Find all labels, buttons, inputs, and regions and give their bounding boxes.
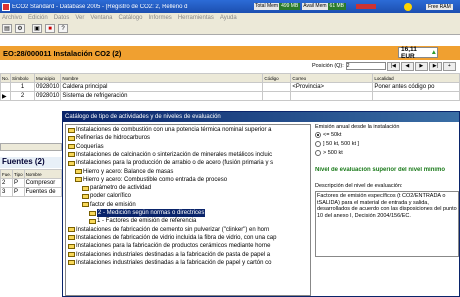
menu-ventana[interactable]: Ventana: [90, 15, 112, 21]
folder-icon: [68, 227, 75, 233]
radio-le-50kt[interactable]: <= 50kt: [315, 130, 459, 139]
folder-icon: [82, 185, 89, 191]
tree-node[interactable]: parámetro de actividad: [82, 184, 151, 192]
prev-record-button[interactable]: ◀: [400, 61, 414, 71]
position-label: Posición (Q):: [312, 63, 344, 69]
folder-icon: [68, 152, 75, 158]
tree-node[interactable]: 2 - Medición según normas o directrices: [89, 209, 206, 217]
title-bar: ECO2 Standard - Database 2005 - [Registr…: [0, 0, 460, 13]
folder-icon: [82, 202, 89, 208]
fuentes-section-title: Fuentes (2): [0, 157, 62, 168]
table-row[interactable]: 3 P Fuentes de: [0, 187, 63, 197]
tree-node[interactable]: Instalaciones para la producción de arra…: [68, 159, 273, 167]
tree-node[interactable]: Instalaciones de calcinación o sinteriza…: [68, 151, 272, 159]
tree-node[interactable]: Instalaciones para la fabricación de pro…: [68, 242, 270, 250]
tree-node[interactable]: factor de emisión: [82, 201, 136, 209]
menu-bar: Archivo Edición Datos Ver Ventana Catálo…: [0, 13, 460, 23]
menu-catalogo[interactable]: Catálogo: [118, 15, 142, 21]
free-ram-label: Free RAM: [426, 3, 453, 10]
activity-tree[interactable]: Instalaciones de combustión con una pote…: [65, 124, 311, 296]
tree-node[interactable]: Coquerías: [68, 143, 104, 151]
tree-node[interactable]: 1 - Factores de emisión de referencia: [89, 217, 196, 225]
amount-display: 16,11 EUR ▲: [398, 46, 438, 60]
tree-node[interactable]: Instalaciones de fabricación de vidrio i…: [68, 234, 276, 242]
up-arrow-icon: ▲: [430, 49, 437, 56]
folder-icon: [75, 169, 82, 174]
position-input[interactable]: [345, 62, 386, 70]
radio-dot[interactable]: [315, 149, 321, 156]
table-row[interactable]: 2 P Compresor: [0, 178, 63, 188]
table-row[interactable]: ▶ 2 0928010 Sistema de refrigeración: [0, 91, 460, 101]
object-header: EO:28/000011 Instalación CO2 (2): [0, 46, 460, 60]
avail-mem-meter: Avail Mem 61 MB: [302, 3, 346, 10]
help-icon[interactable]: ?: [58, 24, 68, 33]
status-circle-icon: [404, 2, 412, 11]
catalog-dialog: Catálogo de tipo de actividades y de niv…: [62, 111, 460, 297]
tree-node[interactable]: Instalaciones industriales destinadas a …: [68, 251, 270, 259]
dialog-title: Catálogo de tipo de actividades y de niv…: [63, 112, 459, 122]
activity-bar: [356, 4, 376, 9]
toolbar: ▤ ⚙ ▣ ■ ?: [0, 23, 460, 35]
table-row[interactable]: 1 0928010 Caldera principal <Provincia> …: [0, 82, 460, 92]
radio-dot[interactable]: [315, 131, 321, 138]
menu-herramientas[interactable]: Herramientas: [178, 15, 214, 21]
tree-node[interactable]: Hierro y acero: Combustible como entrada…: [75, 176, 227, 184]
tree-node[interactable]: Instalaciones de combustión con una pote…: [68, 126, 271, 134]
total-mem-meter: Total Mem 499 MB: [254, 3, 301, 10]
open-icon[interactable]: ▤: [2, 24, 12, 33]
fuentes-table: Fue. Tipo Nombre 2 P Compresor 3 P Fuent…: [0, 169, 63, 197]
tree-node[interactable]: Refinerías de hidrocarburos: [68, 134, 150, 142]
object-title: EO:28/000011 Instalación CO2 (2): [3, 48, 122, 58]
menu-archivo[interactable]: Archivo: [2, 15, 22, 21]
description-box: Factores de emisión específicos (t CO2/E…: [315, 191, 459, 257]
folder-icon: [68, 127, 75, 133]
last-record-button[interactable]: ▶|: [428, 61, 442, 71]
tree-node[interactable]: Instalaciones industriales destinadas a …: [68, 259, 271, 267]
folder-icon: [68, 260, 75, 266]
folder-icon: [68, 144, 75, 150]
menu-informes[interactable]: Informes: [148, 15, 171, 21]
delete-icon[interactable]: ■: [45, 24, 55, 33]
folder-icon: [82, 193, 89, 199]
evaluation-panel: Emisión anual desde la instalación <= 50…: [315, 124, 459, 296]
folder-icon: [75, 177, 82, 183]
folder-icon: [68, 160, 75, 166]
folder-icon: [89, 218, 96, 224]
save-icon[interactable]: ▣: [32, 24, 42, 33]
record-pager: Posición (Q): |◀ ◀ ▶ ▶| +: [312, 61, 456, 71]
radio-50-500kt[interactable]: ] 50 kt, 500 kt ]: [315, 139, 459, 148]
folder-icon: [89, 210, 96, 216]
menu-ver[interactable]: Ver: [75, 15, 84, 21]
description-label: Descripción del nivel de evaluación:: [315, 183, 403, 189]
app-icon: [2, 2, 10, 11]
radio-gt-500kt[interactable]: > 500 kt: [315, 148, 459, 157]
window-title: ECO2 Standard - Database 2005 - [Registr…: [12, 3, 188, 10]
menu-datos[interactable]: Datos: [54, 15, 70, 21]
tree-node[interactable]: Hierro y acero: Balance de masas: [75, 168, 173, 176]
settings-icon[interactable]: ⚙: [15, 24, 25, 33]
evaluation-level-label: Nivel de evaluación superior del nivel m…: [315, 167, 446, 173]
folder-icon: [68, 243, 75, 249]
tree-node[interactable]: poder calorífico: [82, 192, 131, 200]
next-record-button[interactable]: ▶: [414, 61, 428, 71]
menu-ayuda[interactable]: Ayuda: [220, 15, 237, 21]
menu-edicion[interactable]: Edición: [28, 15, 48, 21]
folder-icon: [68, 135, 75, 141]
radio-dot[interactable]: [315, 140, 321, 147]
first-record-button[interactable]: |◀: [386, 61, 400, 71]
add-record-button[interactable]: +: [442, 61, 456, 71]
folder-icon: [68, 252, 75, 257]
installations-table: No. Símbolo Municipio Nombre Código Corr…: [0, 73, 460, 101]
horizontal-scrollbar[interactable]: [0, 143, 62, 151]
folder-icon: [68, 235, 75, 241]
tree-node[interactable]: Instalaciones de fabricación de cemento …: [68, 226, 269, 234]
